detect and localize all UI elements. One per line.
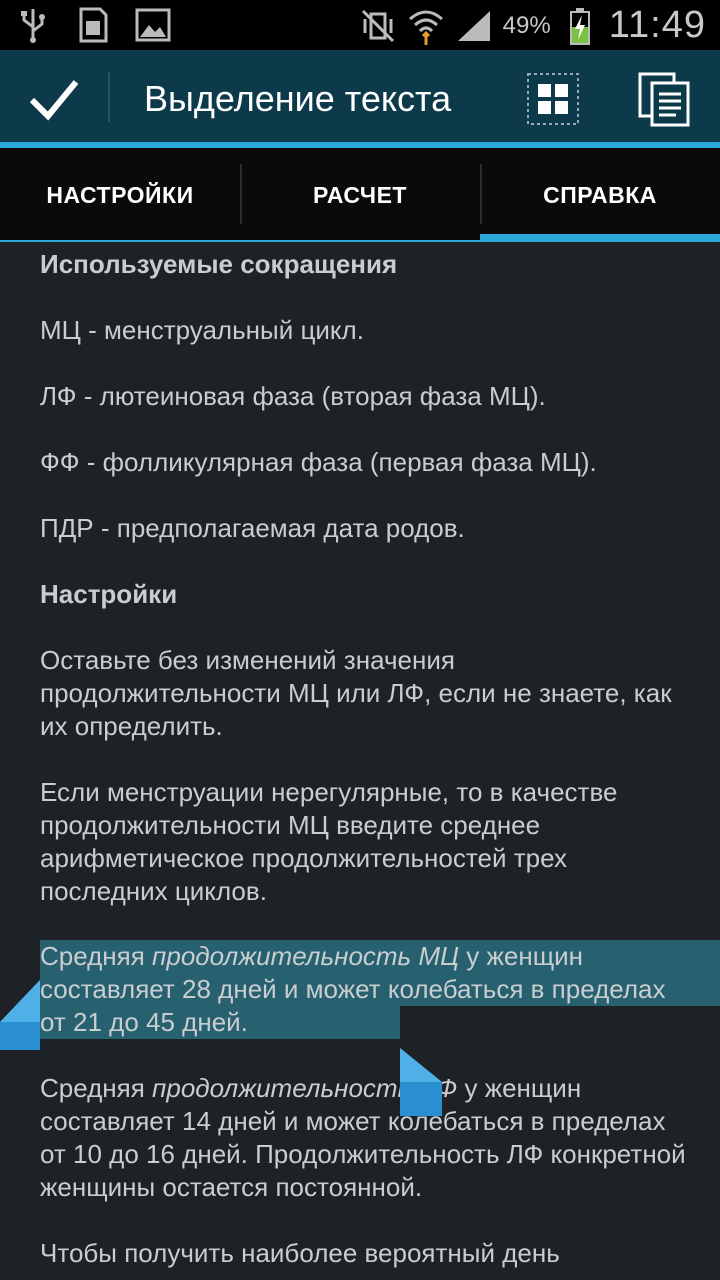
vibrate-mute-icon [359, 7, 397, 45]
paragraph: МЦ - менструальный цикл. [40, 315, 364, 345]
tab-calculation[interactable]: РАСЧЕТ [240, 148, 480, 242]
page-title: Выделение текста [144, 78, 452, 119]
section-heading: Используемые сокращения [40, 249, 398, 279]
select-all-icon[interactable] [526, 72, 580, 126]
sd-card-icon [74, 6, 112, 44]
wifi-icon [407, 7, 445, 45]
paragraph: Оставьте без изменений значения продолжи… [40, 645, 672, 741]
signal-icon [455, 7, 493, 45]
paragraph: Чтобы получить наиболее вероятный день [40, 1238, 560, 1268]
usb-icon [14, 6, 52, 44]
clock: 11:49 [608, 4, 706, 46]
copy-icon[interactable] [636, 70, 692, 128]
action-bar: Выделение текста [0, 50, 720, 142]
selected-paragraph: Средняя продолжительность МЦ у женщин со… [40, 941, 666, 1037]
tab-indicator-active [480, 234, 720, 242]
selection-end-handle[interactable] [400, 1048, 442, 1116]
paragraph: ФФ - фолликулярная фаза (первая фаза МЦ)… [40, 447, 597, 477]
tab-bar: НАСТРОЙКИ РАСЧЕТ СПРАВКА [0, 148, 720, 242]
paragraph: ЛФ - лютеиновая фаза (вторая фаза МЦ). [40, 381, 546, 411]
section-heading: Настройки [40, 579, 178, 609]
tab-help[interactable]: СПРАВКА [480, 148, 720, 242]
image-icon [134, 6, 172, 44]
tab-calculation-label: РАСЧЕТ [313, 181, 407, 208]
paragraph: Средняя продолжительность ЛФ у женщин со… [40, 1073, 686, 1202]
help-content[interactable]: Используемые сокращения МЦ - менструальн… [0, 242, 720, 1280]
done-check-icon[interactable] [26, 70, 82, 126]
tab-settings-label: НАСТРОЙКИ [46, 181, 194, 208]
battery-percent: 49% [502, 11, 551, 39]
tab-help-label: СПРАВКА [543, 181, 657, 208]
paragraph: ПДР - предполагаемая дата родов. [40, 513, 465, 543]
selection-start-handle[interactable] [0, 980, 40, 1050]
battery-charging-icon [561, 7, 599, 45]
action-bar-divider [108, 72, 110, 122]
tab-settings[interactable]: НАСТРОЙКИ [0, 148, 240, 242]
status-bar: 49% 11:49 [0, 0, 720, 50]
paragraph: Если менструации нерегулярные, то в каче… [40, 777, 618, 906]
